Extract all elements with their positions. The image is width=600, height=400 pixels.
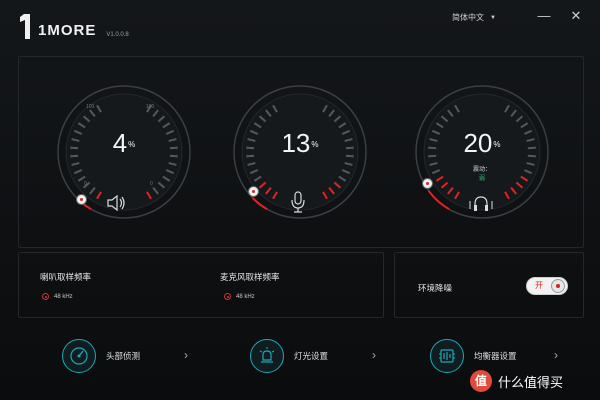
light-settings-nav[interactable]: 灯光设置 [250, 338, 328, 374]
tick-bottom-right: 0 [150, 181, 153, 187]
vibration-gauge-dial [415, 85, 549, 219]
mic-volume-gauge[interactable]: 13% [220, 80, 380, 240]
speaker-rate-option[interactable]: 48 kHz [42, 293, 73, 300]
percent-unit: % [128, 140, 136, 149]
vibration-number: 20 [463, 128, 493, 158]
speaker-volume-gauge[interactable]: 100 100 0 0 4% [44, 80, 204, 240]
app-window: 1MORE V1.0.0.8 简体中文 ▼ — ✕ 100 100 0 0 4% [0, 0, 600, 400]
language-label: 简体中文 [452, 13, 484, 22]
head-tracking-icon [62, 339, 96, 373]
light-icon [250, 339, 284, 373]
watermark-badge: 值 [470, 370, 492, 392]
speaker-volume-number: 4 [112, 128, 128, 158]
chevron-right-icon[interactable]: › [372, 348, 376, 362]
speaker-rate-title: 喇叭取样频率 [40, 272, 92, 282]
noise-cancel-title: 环境降噪 [418, 283, 453, 293]
sample-rate-panel [18, 252, 384, 318]
mic-rate-value: 48 kHz [236, 293, 255, 300]
language-select[interactable]: 简体中文 ▼ [452, 12, 496, 23]
mic-rate-title: 麦克风取样频率 [220, 272, 280, 282]
equalizer-settings-nav[interactable]: 均衡器设置 [430, 338, 517, 374]
percent-unit: % [311, 140, 319, 149]
tick-top-left: 100 [86, 104, 95, 110]
vibration-knob-handle[interactable] [422, 178, 433, 189]
radio-selected-icon [224, 293, 231, 300]
chevron-right-icon[interactable]: › [184, 348, 188, 362]
logo: 1MORE V1.0.0.8 [18, 12, 129, 40]
mic-volume-number: 13 [281, 128, 311, 158]
mic-volume-value: 13% [220, 128, 380, 159]
watermark-text: 什么值得买 [498, 374, 564, 390]
chevron-down-icon: ▼ [490, 14, 496, 21]
close-icon: ✕ [570, 8, 582, 23]
minimize-icon: — [537, 8, 551, 23]
logo-mark [18, 12, 34, 40]
equalizer-settings-label: 均衡器设置 [474, 351, 517, 361]
gauge-level-arc [251, 197, 268, 211]
minimize-button[interactable]: — [536, 8, 552, 24]
light-settings-label: 灯光设置 [294, 351, 329, 361]
tick-top-right: 100 [146, 104, 155, 110]
mic-gauge-dial [233, 85, 367, 219]
radio-selected-icon [42, 293, 49, 300]
toggle-label: 开 [535, 281, 543, 290]
speaker-gauge-dial [57, 85, 191, 219]
head-tracking-nav[interactable]: 头部侦测 [62, 338, 140, 374]
equalizer-icon [430, 339, 464, 373]
speaker-rate-value: 48 kHz [54, 293, 73, 300]
vibration-value: 20% [402, 128, 562, 159]
noise-cancel-toggle[interactable]: 开 [526, 277, 568, 295]
percent-unit: % [493, 140, 501, 149]
vibration-gauge[interactable]: 20% 震动： 弱 [402, 80, 562, 240]
speaker-knob-handle[interactable] [76, 194, 87, 205]
chevron-right-icon[interactable]: › [554, 348, 558, 362]
head-tracking-label: 头部侦测 [106, 351, 141, 361]
close-button[interactable]: ✕ [568, 8, 584, 24]
mic-knob-handle[interactable] [248, 186, 259, 197]
vibration-label: 震动： [472, 167, 491, 173]
version-label: V1.0.0.8 [106, 32, 129, 38]
toggle-knob [551, 279, 565, 293]
tick-bottom-left: 0 [84, 181, 87, 187]
speaker-volume-value: 4% [44, 128, 204, 159]
mic-rate-option[interactable]: 48 kHz [224, 293, 255, 300]
watermark: 值 什么值得买 [470, 370, 563, 392]
brand-name: 1MORE [38, 22, 97, 39]
